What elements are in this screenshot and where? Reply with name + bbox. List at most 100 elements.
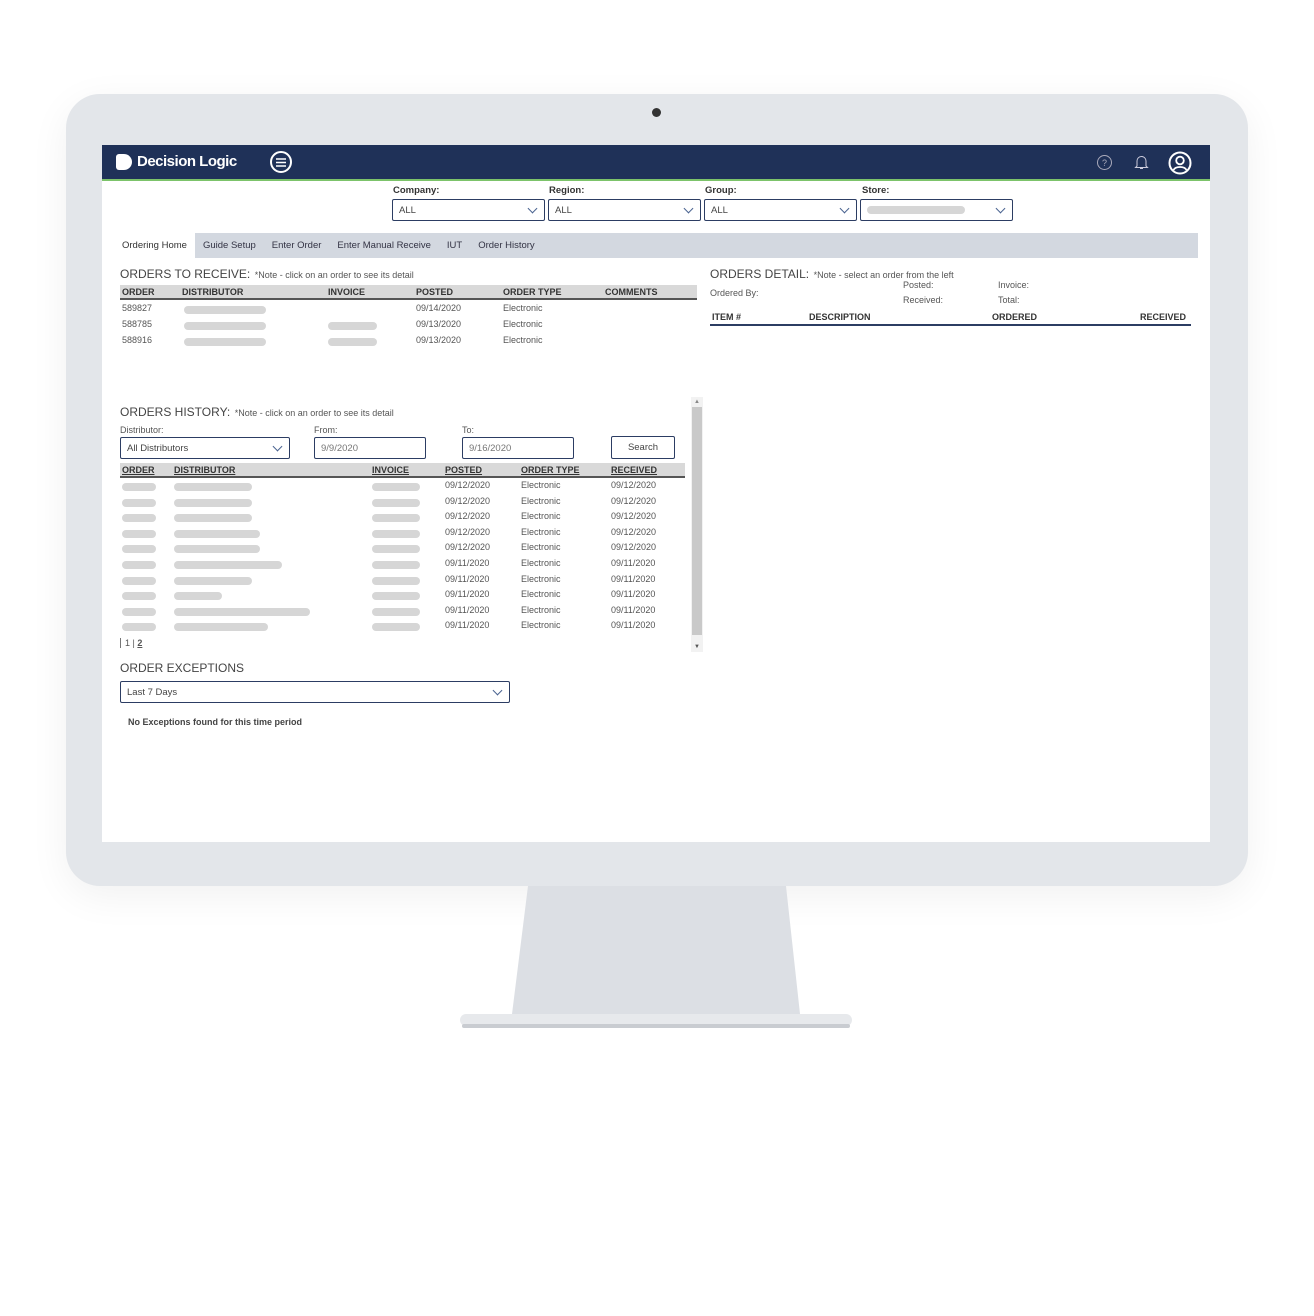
tab-enter-order[interactable]: Enter Order bbox=[264, 233, 330, 258]
redacted-order bbox=[122, 623, 156, 632]
order-number: 589827 bbox=[122, 303, 153, 313]
detail-table-header: ITEM # DESCRIPTION ORDERED RECEIVED bbox=[710, 311, 1191, 326]
redacted-order bbox=[122, 514, 156, 523]
app-logo[interactable]: Decision Logic bbox=[116, 153, 237, 170]
app-screen: Decision Logic ? Company: ALL Region: AL… bbox=[102, 145, 1210, 842]
order-type: Electronic bbox=[521, 511, 561, 522]
order-type: Electronic bbox=[521, 573, 561, 584]
scroll-down-icon[interactable]: ▼ bbox=[694, 644, 700, 650]
user-icon[interactable] bbox=[1168, 151, 1192, 175]
scrollbar-thumb[interactable] bbox=[692, 407, 702, 635]
received-date: 09/11/2020 bbox=[611, 620, 656, 631]
redacted-order bbox=[122, 483, 156, 491]
group-label: Group: bbox=[705, 185, 737, 196]
redacted-distributor bbox=[174, 592, 222, 601]
distributor-select[interactable]: All Distributors bbox=[120, 437, 290, 459]
to-date-input[interactable] bbox=[462, 437, 574, 459]
col-ordered: ORDERED bbox=[992, 312, 1038, 322]
col-distributor[interactable]: DISTRIBUTOR bbox=[174, 465, 235, 475]
redacted-order bbox=[122, 607, 156, 616]
posted-date: 09/12/2020 bbox=[445, 542, 491, 553]
col-invoice[interactable]: INVOICE bbox=[372, 465, 409, 475]
ordered-by-label: Ordered By: bbox=[710, 288, 759, 298]
redacted-order bbox=[122, 576, 156, 585]
help-icon[interactable]: ? bbox=[1097, 155, 1112, 170]
tab-enter-manual-receive[interactable]: Enter Manual Receive bbox=[329, 233, 438, 258]
order-type: Electronic bbox=[521, 542, 561, 553]
chevron-down-icon bbox=[839, 203, 850, 214]
redacted-invoice bbox=[372, 545, 420, 554]
tab-guide-setup[interactable]: Guide Setup bbox=[195, 233, 264, 258]
col-received: RECEIVED bbox=[1139, 312, 1186, 322]
redacted-invoice bbox=[372, 607, 420, 616]
scroll-up-icon[interactable]: ▲ bbox=[694, 399, 700, 405]
posted-date: 09/12/2020 bbox=[445, 480, 491, 490]
col-order-type[interactable]: ORDER TYPE bbox=[503, 287, 562, 297]
redacted-distributor bbox=[184, 338, 266, 346]
total-label: Total: bbox=[998, 295, 1020, 305]
exceptions-range-select[interactable]: Last 7 Days bbox=[120, 681, 510, 703]
receive-table-header: ORDER DISTRIBUTOR INVOICE POSTED ORDER T… bbox=[120, 285, 697, 300]
received-date: 09/12/2020 bbox=[611, 542, 657, 553]
webcam bbox=[652, 108, 661, 117]
to-label: To: bbox=[462, 425, 475, 435]
received-date: 09/11/2020 bbox=[611, 558, 656, 568]
posted-date: 09/11/2020 bbox=[445, 589, 490, 600]
bell-icon[interactable] bbox=[1134, 154, 1149, 170]
col-order-type[interactable]: ORDER TYPE bbox=[521, 465, 580, 475]
posted-date: 09/11/2020 bbox=[445, 620, 490, 631]
redacted-order bbox=[122, 529, 156, 538]
order-number: 588916 bbox=[122, 335, 153, 345]
col-comments[interactable]: COMMENTS bbox=[605, 287, 658, 297]
tab-ordering-home[interactable]: Ordering Home bbox=[114, 233, 195, 258]
col-description: DESCRIPTION bbox=[809, 312, 871, 322]
company-label: Company: bbox=[393, 185, 440, 196]
redacted-distributor bbox=[174, 623, 268, 632]
redacted-invoice bbox=[328, 322, 377, 330]
pagination: 1 | 2 bbox=[120, 638, 142, 648]
tab-order-history[interactable]: Order History bbox=[470, 233, 542, 258]
received-date: 09/12/2020 bbox=[611, 526, 657, 537]
col-received[interactable]: RECEIVED bbox=[611, 465, 657, 475]
from-date-input[interactable] bbox=[314, 437, 426, 459]
redacted-store bbox=[867, 206, 965, 214]
menu-icon[interactable] bbox=[270, 151, 292, 173]
store-select[interactable] bbox=[860, 199, 1013, 221]
page-2[interactable]: 2 bbox=[137, 638, 142, 648]
redacted-distributor bbox=[184, 322, 266, 330]
col-posted[interactable]: POSTED bbox=[445, 465, 482, 475]
posted-date: 09/12/2020 bbox=[445, 495, 491, 506]
col-order[interactable]: ORDER bbox=[122, 287, 155, 297]
chevron-down-icon bbox=[272, 441, 283, 452]
redacted-order bbox=[122, 498, 156, 507]
tab-iut[interactable]: IUT bbox=[439, 233, 470, 258]
history-table-header: ORDER DISTRIBUTOR INVOICE POSTED ORDER T… bbox=[120, 463, 685, 478]
received-date: 09/12/2020 bbox=[611, 480, 657, 490]
posted-date: 09/13/2020 bbox=[416, 319, 462, 329]
redacted-invoice bbox=[372, 592, 420, 601]
order-type: Electronic bbox=[503, 303, 543, 313]
history-heading: ORDERS HISTORY: *Note - click on an orde… bbox=[120, 405, 394, 419]
posted-date: 09/11/2020 bbox=[445, 604, 490, 615]
col-order[interactable]: ORDER bbox=[122, 465, 155, 475]
group-select[interactable]: ALL bbox=[704, 199, 857, 221]
redacted-distributor bbox=[174, 561, 282, 569]
redacted-invoice bbox=[372, 623, 420, 632]
page-1[interactable]: 1 bbox=[125, 638, 130, 648]
region-label: Region: bbox=[549, 185, 585, 196]
history-scrollbar[interactable]: ▲ ▼ bbox=[691, 397, 703, 652]
posted-date: 09/13/2020 bbox=[416, 335, 462, 345]
monitor-stand bbox=[460, 886, 852, 1028]
search-button[interactable]: Search bbox=[611, 436, 675, 459]
received-date: 09/11/2020 bbox=[611, 589, 656, 600]
col-distributor[interactable]: DISTRIBUTOR bbox=[182, 287, 243, 297]
region-select[interactable]: ALL bbox=[548, 199, 701, 221]
order-type: Electronic bbox=[521, 495, 561, 506]
order-type: Electronic bbox=[521, 589, 561, 600]
redacted-invoice bbox=[328, 338, 377, 346]
order-type: Electronic bbox=[503, 335, 543, 345]
col-invoice[interactable]: INVOICE bbox=[328, 287, 365, 297]
col-posted[interactable]: POSTED bbox=[416, 287, 453, 297]
invoice-label: Invoice: bbox=[998, 280, 1030, 290]
company-select[interactable]: ALL bbox=[392, 199, 545, 221]
